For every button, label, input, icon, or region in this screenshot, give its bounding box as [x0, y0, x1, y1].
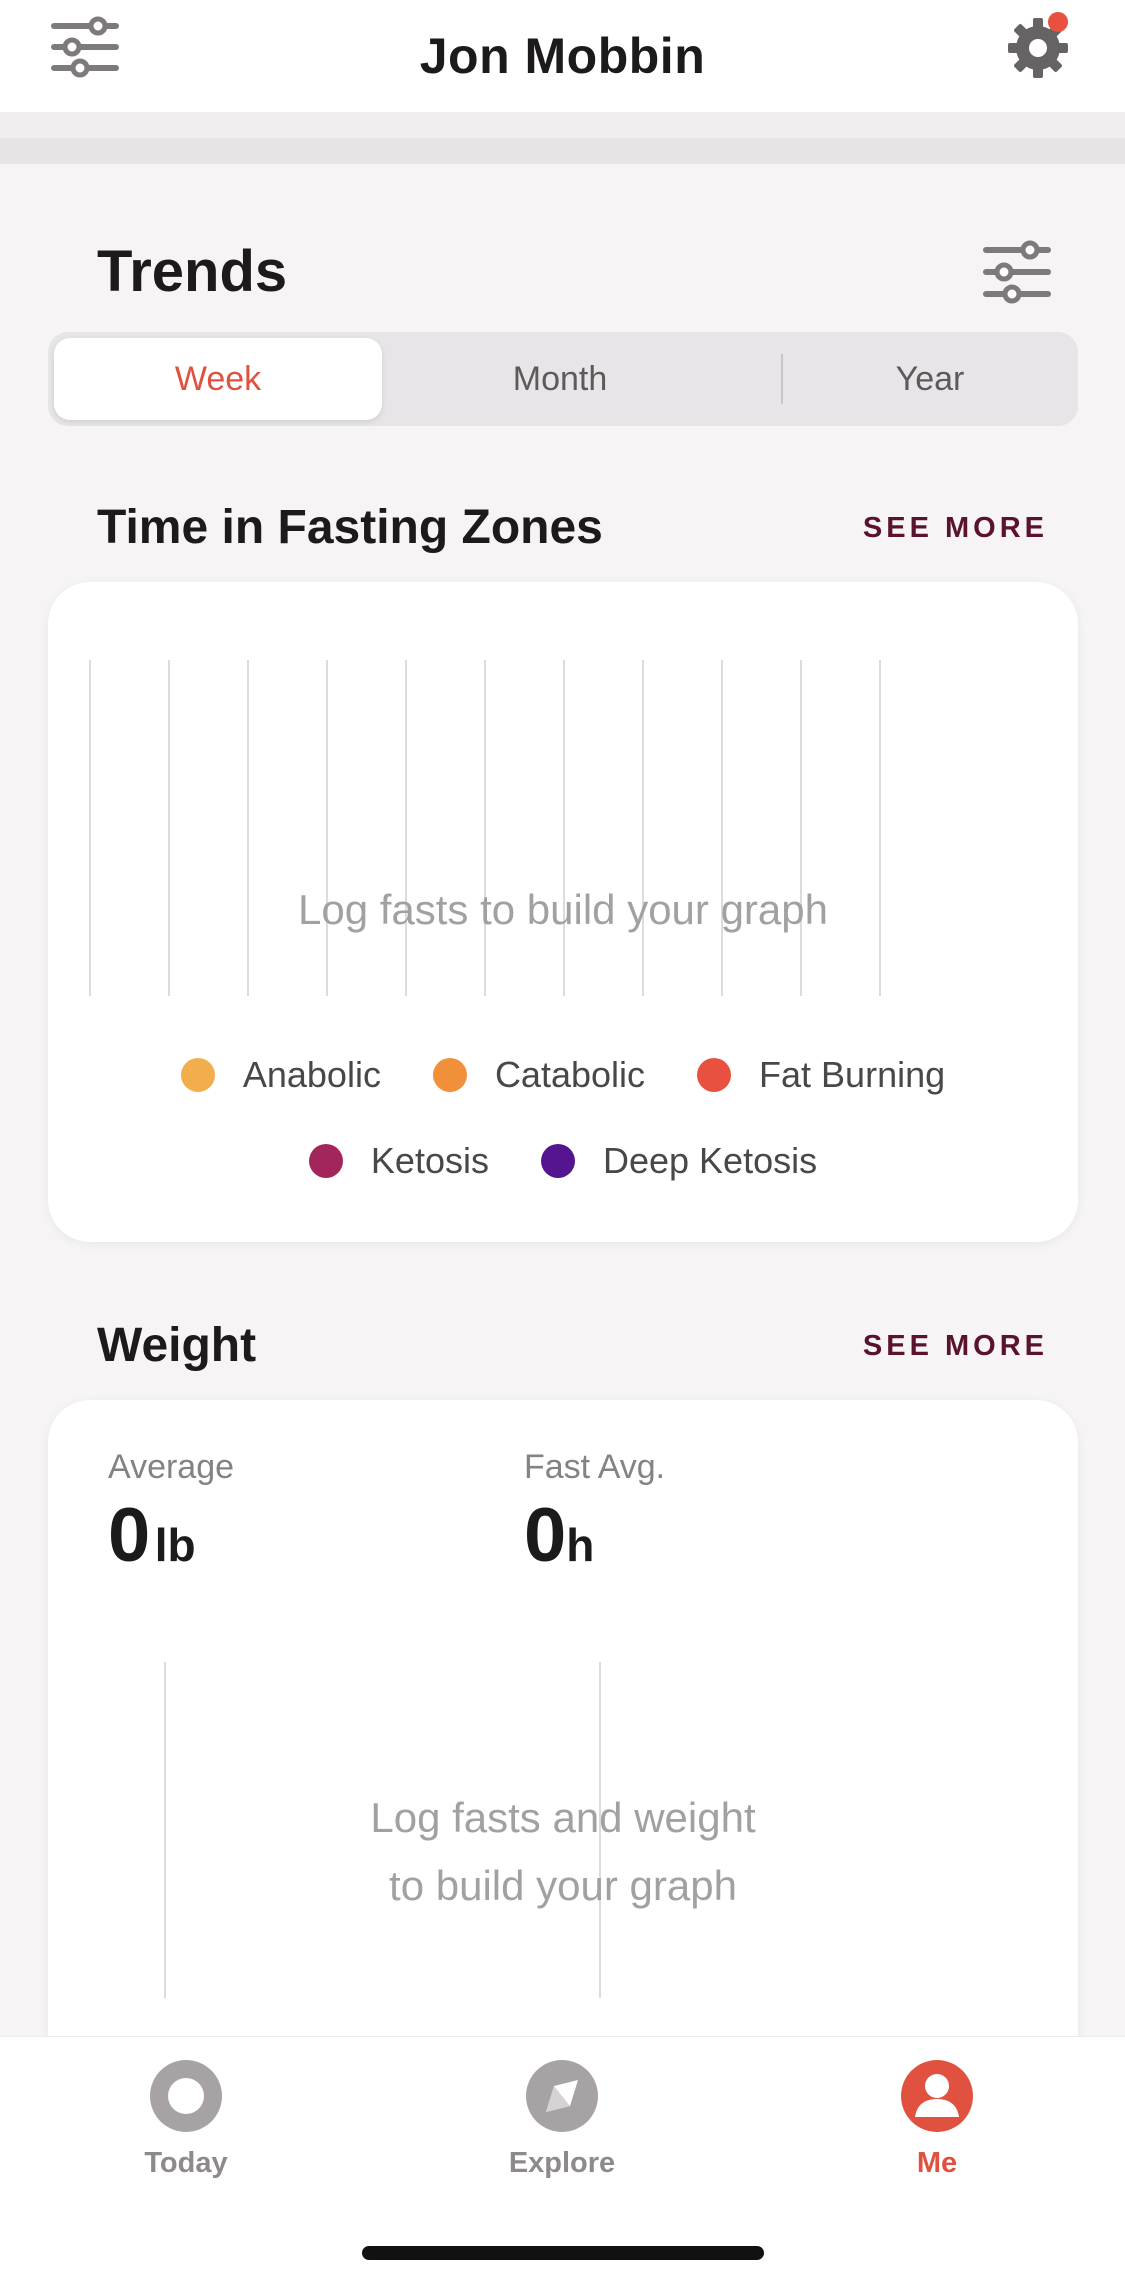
- fast-average-unit: h: [566, 1519, 595, 1571]
- fasting-zones-title: Time in Fasting Zones: [97, 501, 603, 554]
- legend-label: Catabolic: [494, 1054, 646, 1095]
- tab-month[interactable]: Month: [388, 338, 732, 420]
- legend-label: Anabolic: [242, 1054, 381, 1095]
- grid-line: [405, 660, 407, 996]
- header-divider: [0, 112, 1125, 138]
- grid-line: [484, 660, 486, 996]
- legend-item-anabolic: Anabolic: [180, 1054, 381, 1096]
- deep-ketosis-dot-icon: [540, 1144, 575, 1178]
- legend-item-ketosis: Ketosis: [308, 1140, 489, 1182]
- tab-label: Today: [144, 2147, 228, 2179]
- trends-title: Trends: [97, 239, 288, 304]
- ketosis-dot-icon: [308, 1144, 343, 1178]
- filter-button[interactable]: [50, 16, 120, 78]
- fasting-zones-card[interactable]: Log fasts to build your graph Anabolic C…: [48, 582, 1078, 1242]
- tab-week[interactable]: Week: [54, 338, 382, 420]
- anabolic-dot-icon: [180, 1058, 215, 1092]
- fasting-zones-legend: Anabolic Catabolic Fat Burning: [48, 1054, 1078, 1096]
- grid-line: [168, 660, 170, 996]
- legend-label: Fat Burning: [759, 1054, 946, 1095]
- notification-dot: [1048, 12, 1068, 32]
- top-navigation-bar: Jon Mobbin: [0, 0, 1125, 112]
- trends-filter-button[interactable]: [982, 240, 1052, 304]
- tab-label: Me: [916, 2147, 958, 2179]
- fast-average-number: 0: [524, 1493, 567, 1578]
- tab-me[interactable]: Me: [837, 2059, 1037, 2180]
- legend-item-fat-burning: Fat Burning: [697, 1054, 945, 1096]
- today-ring-icon: [150, 2060, 222, 2132]
- average-number: 0: [108, 1493, 151, 1578]
- tab-explore[interactable]: Explore: [462, 2059, 662, 2180]
- legend-item-catabolic: Catabolic: [432, 1054, 646, 1096]
- fast-average-label: Fast Avg.: [524, 1448, 666, 1486]
- settings-button[interactable]: [1004, 10, 1076, 82]
- catabolic-dot-icon: [432, 1058, 467, 1092]
- tab-year[interactable]: Year: [788, 338, 1072, 420]
- grid-line: [800, 660, 802, 996]
- tab-label: Explore: [508, 2147, 616, 2179]
- profile-icon: [901, 2060, 973, 2132]
- header-shadow-strip: [0, 138, 1125, 164]
- average-unit: lb: [154, 1519, 196, 1571]
- grid-line: [642, 660, 644, 996]
- grid-line: [89, 660, 91, 996]
- home-indicator: [362, 2246, 764, 2260]
- compass-icon: [526, 2060, 598, 2132]
- weight-title: Weight: [97, 1319, 257, 1372]
- legend-label: Deep Ketosis: [602, 1140, 818, 1181]
- weight-see-more-link[interactable]: SEE MORE: [863, 1330, 1048, 1363]
- legend-item-deep-ketosis: Deep Ketosis: [540, 1140, 818, 1182]
- fast-average-value: 0h: [524, 1492, 594, 1579]
- average-value: 0 lb: [108, 1492, 196, 1579]
- grid-line: [721, 660, 723, 996]
- grid-line: [563, 660, 565, 996]
- tab-today[interactable]: Today: [86, 2059, 286, 2180]
- fasting-zones-empty-message: Log fasts to build your graph: [297, 886, 828, 933]
- sliders-icon: [51, 16, 119, 78]
- segment-divider: [781, 354, 783, 404]
- fat-burning-dot-icon: [697, 1058, 732, 1092]
- sliders-icon: [983, 240, 1051, 304]
- fasting-zones-legend-row-2: Ketosis Deep Ketosis: [48, 1140, 1078, 1182]
- weight-empty-message-line-2: to build your graph: [389, 1862, 737, 1909]
- average-label: Average: [108, 1448, 235, 1486]
- weight-card[interactable]: Average 0 lb Fast Avg. 0h Log fasts and …: [48, 1400, 1078, 2120]
- grid-line: [247, 660, 249, 996]
- legend-label: Ketosis: [370, 1140, 489, 1181]
- grid-line: [326, 660, 328, 996]
- fasting-zones-see-more-link[interactable]: SEE MORE: [863, 512, 1048, 545]
- weight-empty-message-line-1: Log fasts and weight: [370, 1794, 756, 1841]
- profile-name-title: Jon Mobbin: [419, 28, 706, 84]
- period-segmented-control: Week Month Year: [48, 332, 1078, 426]
- grid-line: [879, 660, 881, 996]
